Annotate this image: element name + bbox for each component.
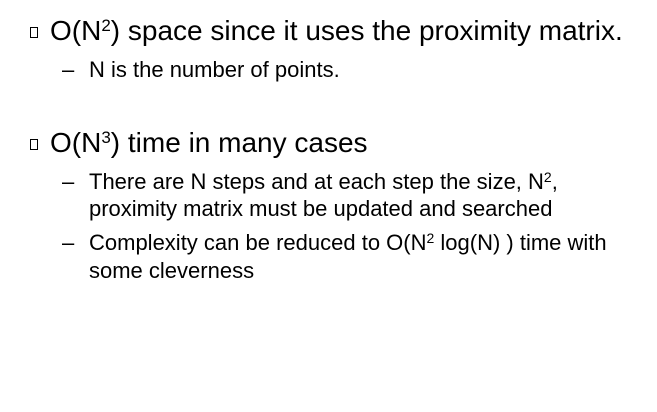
sub-bullet-text-line2: some cleverness xyxy=(89,258,255,283)
bullet-text: O(N2) space since it uses the proximity … xyxy=(50,15,623,46)
square-bullet-icon xyxy=(30,27,38,38)
bullet-text: O(N3) time in many cases xyxy=(50,127,368,158)
slide: { "bullets": [ { "pre": "O(N", "sup": "2… xyxy=(0,0,657,412)
square-bullet-icon xyxy=(30,139,38,150)
sub-bullet-text-line2: proximity matrix must be updated and sea… xyxy=(89,196,553,221)
sub-bullet-text-line1: There are N steps and at each step the s… xyxy=(89,169,558,194)
sub-bullet-text-line1: Complexity can be reduced to O(N2 log(N)… xyxy=(89,230,607,255)
dash-bullet-icon: – xyxy=(62,230,75,255)
sub-bullet-text: N is the number of points. xyxy=(89,57,340,82)
dash-bullet-icon: – xyxy=(62,57,75,82)
dash-bullet-icon: – xyxy=(62,169,75,194)
